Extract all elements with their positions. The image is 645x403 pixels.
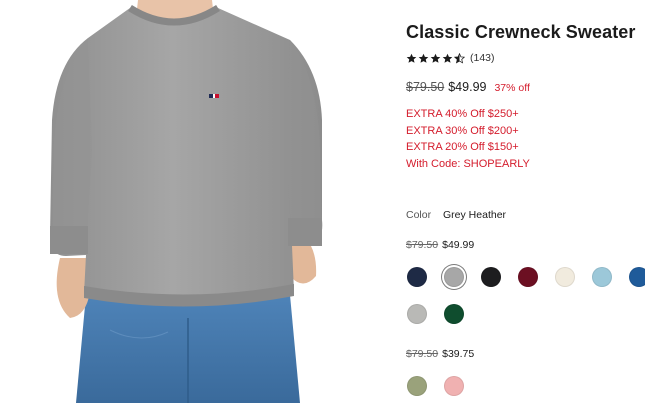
- color-swatch-grey-heather[interactable]: [444, 267, 464, 287]
- group-original-price: $79.50: [406, 239, 439, 251]
- star-icon: [442, 53, 453, 63]
- swatch-group-price: $79.50 $39.75: [406, 348, 474, 360]
- product-photo-art: [50, 0, 323, 403]
- color-swatch-pink[interactable]: [444, 376, 464, 396]
- product-image[interactable]: [0, 0, 370, 403]
- promo-code: With Code: SHOPEARLY: [406, 157, 530, 170]
- product-title: Classic Crewneck Sweater: [406, 22, 636, 42]
- selected-color-name: Grey Heather: [443, 209, 507, 221]
- sale-price: $49.99: [448, 80, 487, 94]
- color-swatch-olive[interactable]: [407, 376, 427, 396]
- rating-count: (143): [470, 52, 495, 64]
- group-sale-price: $39.75: [442, 348, 475, 360]
- product-rating[interactable]: (143): [406, 52, 495, 64]
- color-swatch-light-blue[interactable]: [592, 267, 612, 287]
- color-swatch-light-grey[interactable]: [407, 304, 427, 324]
- color-swatch-burgundy[interactable]: [518, 267, 538, 287]
- color-swatch-navy[interactable]: [407, 267, 427, 287]
- product-details: Classic Crewneck Sweater (143) $79.50 $4…: [406, 0, 645, 403]
- group-original-price: $79.50: [406, 348, 439, 360]
- swatch-row: [407, 304, 464, 324]
- color-label: Color: [406, 209, 432, 221]
- star-half-icon: [454, 52, 465, 64]
- price-row: $79.50 $49.99 37% off: [406, 80, 530, 94]
- color-swatch-blue[interactable]: [629, 267, 645, 287]
- swatch-group-price: $79.50 $49.99: [406, 239, 474, 251]
- discount-badge: 37% off: [494, 82, 530, 94]
- promo-line: EXTRA 20% Off $150+: [406, 141, 519, 153]
- promo-line: EXTRA 30% Off $200+: [406, 124, 519, 137]
- color-swatch-black[interactable]: [481, 267, 501, 287]
- swatch-row: [407, 267, 645, 287]
- color-swatch-green[interactable]: [444, 304, 464, 324]
- promo-list: EXTRA 40% Off $250+ EXTRA 30% Off $200+ …: [406, 106, 530, 172]
- color-swatch-cream[interactable]: [555, 267, 575, 287]
- original-price: $79.50: [406, 80, 445, 94]
- swatch-row: [407, 376, 464, 396]
- color-selection: Color Grey Heather: [406, 209, 506, 221]
- star-icon: [418, 53, 429, 63]
- group-sale-price: $49.99: [442, 239, 475, 251]
- star-icon: [406, 53, 417, 63]
- star-icon: [430, 53, 441, 63]
- promo-line: EXTRA 40% Off $250+: [406, 108, 519, 120]
- rating-stars: [406, 52, 465, 64]
